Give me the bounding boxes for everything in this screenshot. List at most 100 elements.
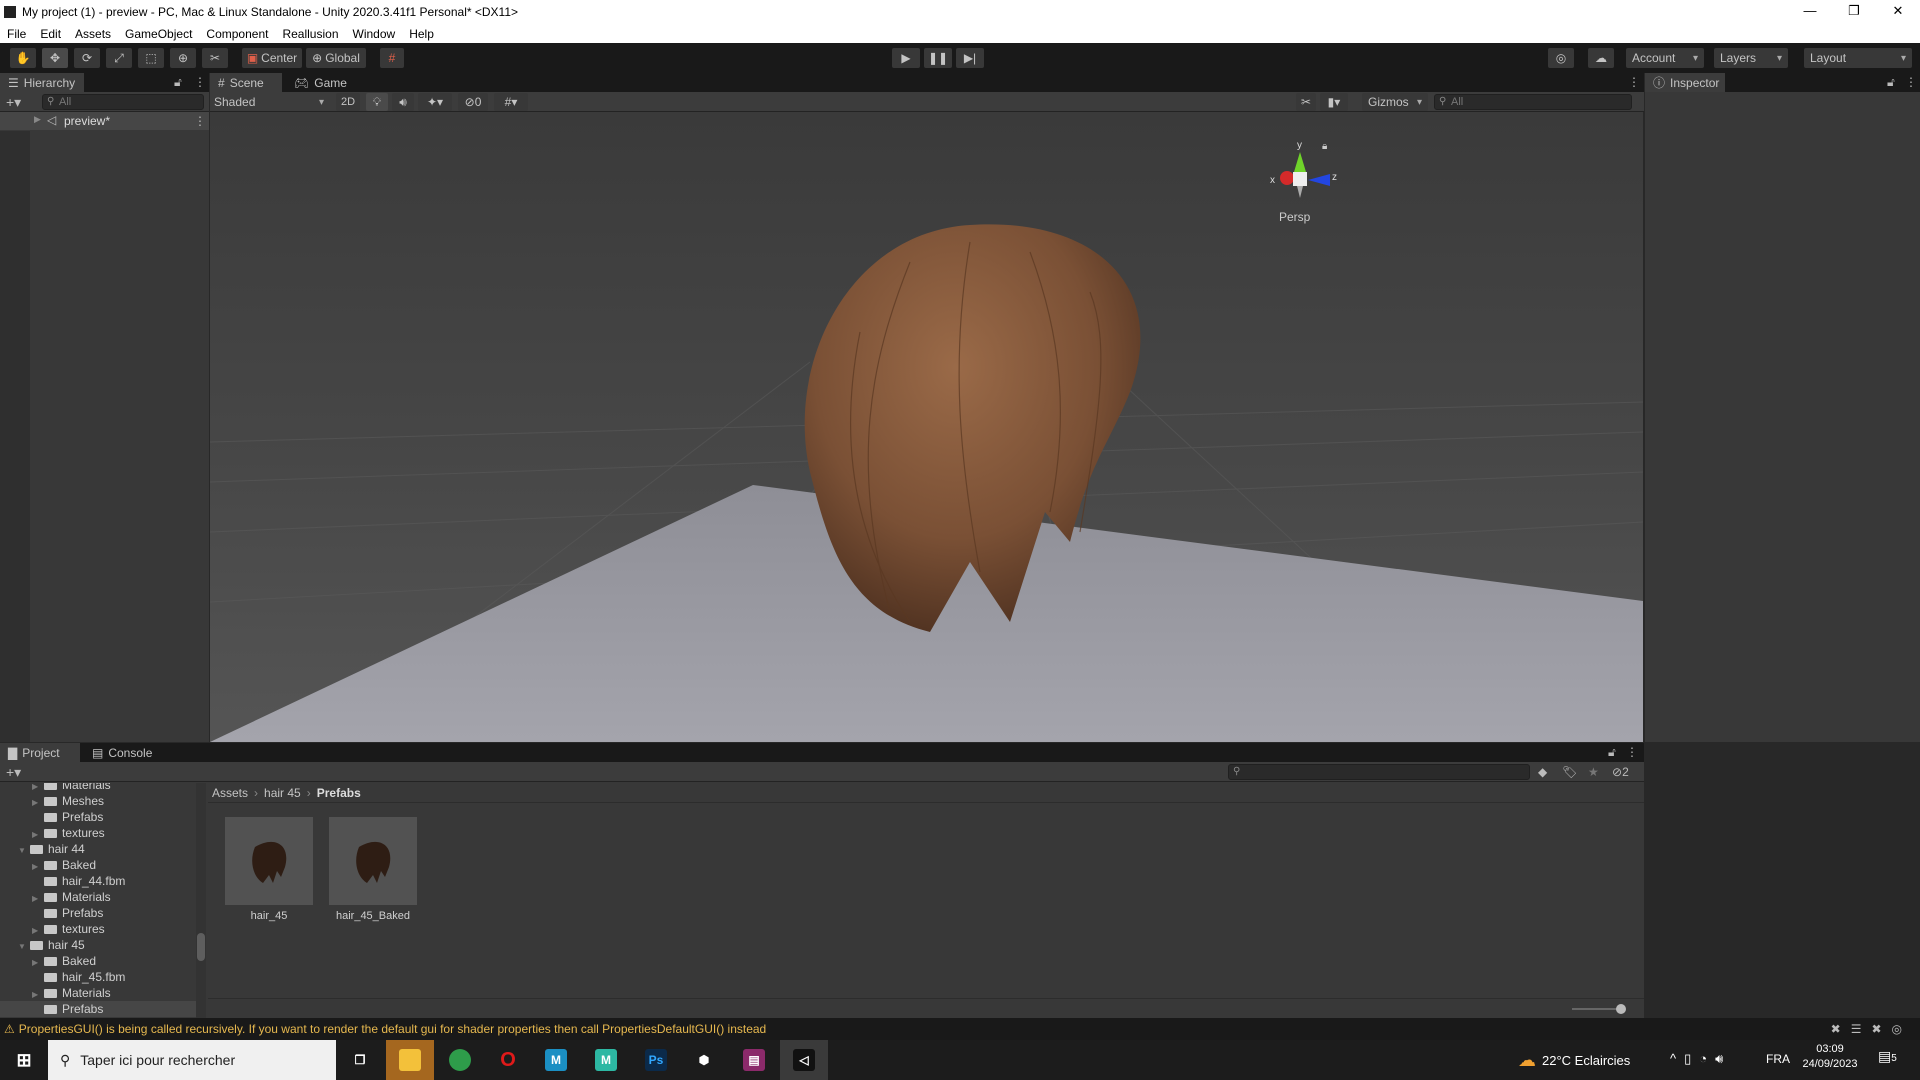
- maximize-button[interactable]: ❐: [1832, 0, 1876, 22]
- project-tree-item[interactable]: hair_45.fbm: [0, 969, 196, 985]
- create-add-icon[interactable]: +▾: [6, 764, 21, 781]
- kebab-menu-icon[interactable]: ⋮: [1628, 75, 1640, 89]
- item-menu-icon[interactable]: ⋮: [194, 114, 206, 128]
- project-tree-item[interactable]: ▶ textures: [0, 921, 196, 937]
- scene-viewport[interactable]: y x z 🔒︎ Persp: [210, 112, 1643, 742]
- status-bar[interactable]: ⚠ PropertiesGUI() is being called recurs…: [0, 1018, 1920, 1040]
- add-icon[interactable]: +▾: [6, 94, 21, 111]
- breadcrumb-hair45[interactable]: hair 45: [264, 786, 301, 800]
- weather-widget[interactable]: ☁ 22°C Eclaircies: [1518, 1040, 1630, 1080]
- custom-tool-icon[interactable]: ✂: [202, 48, 228, 68]
- minimize-button[interactable]: —: [1788, 0, 1832, 22]
- project-tree-item[interactable]: ▶ Materials: [0, 783, 196, 793]
- tab-hierarchy[interactable]: ☰ Hierarchy: [0, 73, 84, 92]
- winrar-icon[interactable]: ▤: [730, 1040, 778, 1080]
- expand-arrow-icon[interactable]: ▶: [34, 114, 41, 125]
- toggle-2d-button[interactable]: 2D: [336, 93, 360, 111]
- notifications-button[interactable]: ▤5: [1878, 1048, 1897, 1065]
- hidden-packages-button[interactable]: ⊘2: [1612, 765, 1629, 779]
- effects-dropdown-icon[interactable]: ✦▾: [418, 93, 452, 111]
- project-tree-item[interactable]: ▶ Baked: [0, 953, 196, 969]
- file-explorer-icon[interactable]: [386, 1040, 434, 1080]
- menu-help[interactable]: Help: [402, 27, 441, 41]
- grid-snap-dropdown-icon[interactable]: #▾: [494, 93, 528, 111]
- task-view-icon[interactable]: ❐: [336, 1040, 384, 1080]
- project-tree-item[interactable]: Prefabs: [0, 905, 196, 921]
- scale-tool-icon[interactable]: ⤢: [106, 48, 132, 68]
- gizmos-dropdown[interactable]: Gizmos: [1362, 93, 1428, 111]
- shading-mode-dropdown[interactable]: Shaded: [212, 93, 330, 111]
- hierarchy-item-preview[interactable]: ▶ ◁ preview* ⋮: [0, 112, 209, 130]
- project-tree-item[interactable]: hair_44.fbm: [0, 873, 196, 889]
- tab-game[interactable]: 🎮︎ Game: [286, 73, 355, 92]
- transform-tool-icon[interactable]: ⊕: [170, 48, 196, 68]
- play-button[interactable]: ▶: [892, 48, 920, 68]
- unity-editor-icon[interactable]: ◁: [780, 1040, 828, 1080]
- icon-size-slider[interactable]: [1572, 1008, 1622, 1010]
- collab-icon[interactable]: ◎: [1548, 48, 1574, 68]
- pivot-global-button[interactable]: ⊕ Global: [306, 48, 366, 68]
- lighting-toggle-icon[interactable]: 💡︎: [366, 93, 388, 111]
- menu-component[interactable]: Component: [199, 27, 275, 41]
- step-button[interactable]: ▶|: [956, 48, 984, 68]
- status-icons[interactable]: ✖☰✖◎: [1831, 1022, 1912, 1036]
- filter-by-label-icon[interactable]: 🏷︎: [1562, 765, 1577, 779]
- project-tree-item[interactable]: ▶ Materials: [0, 985, 196, 1001]
- maya-lt-icon[interactable]: M: [582, 1040, 630, 1080]
- tools-icon[interactable]: ✂: [1296, 93, 1316, 111]
- pivot-center-button[interactable]: ▣ Center: [242, 48, 302, 68]
- tab-inspector[interactable]: ⓘ Inspector: [1645, 73, 1725, 92]
- close-button[interactable]: ✕: [1876, 0, 1920, 22]
- tree-scrollbar[interactable]: [196, 783, 206, 1018]
- rect-tool-icon[interactable]: ⬚: [138, 48, 164, 68]
- filter-by-type-icon[interactable]: ◆: [1538, 765, 1547, 779]
- project-tree-item[interactable]: ▼ hair 45: [0, 937, 196, 953]
- opera-icon[interactable]: O: [484, 1040, 532, 1080]
- icon-size-slider-handle[interactable]: [1616, 1004, 1626, 1014]
- menu-assets[interactable]: Assets: [68, 27, 118, 41]
- layers-dropdown[interactable]: Layers: [1714, 48, 1788, 68]
- hidden-objects-button[interactable]: ⊘ 0: [458, 93, 488, 111]
- project-tree-item[interactable]: Prefabs: [0, 809, 196, 825]
- asset-tile-hair-45-baked[interactable]: [329, 817, 417, 905]
- project-search-input[interactable]: [1228, 764, 1530, 780]
- kebab-menu-icon[interactable]: ⋮: [194, 75, 206, 89]
- unity-hub-icon[interactable]: ⬢: [680, 1040, 728, 1080]
- start-button[interactable]: ⊞: [0, 1040, 48, 1080]
- gizmo-lock-icon[interactable]: 🔒︎: [1322, 141, 1327, 152]
- photoshop-icon[interactable]: Ps: [632, 1040, 680, 1080]
- audio-toggle-icon[interactable]: 🔊︎: [392, 93, 414, 111]
- account-dropdown[interactable]: Account: [1626, 48, 1704, 68]
- project-tree-item[interactable]: ▶ Baked: [0, 857, 196, 873]
- project-tree-item[interactable]: ▶ Meshes: [0, 793, 196, 809]
- status-message[interactable]: PropertiesGUI() is being called recursiv…: [19, 1022, 766, 1036]
- hierarchy-search-input[interactable]: All: [42, 94, 204, 110]
- favorites-star-icon[interactable]: ★: [1588, 765, 1599, 779]
- maya-icon[interactable]: M: [532, 1040, 580, 1080]
- breadcrumb-prefabs[interactable]: Prefabs: [317, 786, 361, 800]
- project-tree-item[interactable]: ▶ textures: [0, 825, 196, 841]
- lock-icon[interactable]: 🔓︎: [174, 75, 182, 90]
- cloud-icon[interactable]: ☁: [1588, 48, 1614, 68]
- system-tray-icons[interactable]: ^▯◔🔊︎: [1670, 1051, 1731, 1067]
- breadcrumb-assets[interactable]: Assets: [212, 786, 248, 800]
- rotate-tool-icon[interactable]: ⟳: [74, 48, 100, 68]
- menu-file[interactable]: File: [0, 27, 33, 41]
- menu-reallusion[interactable]: Reallusion: [275, 27, 345, 41]
- project-tree-item[interactable]: ▶ Materials: [0, 889, 196, 905]
- kebab-menu-icon[interactable]: ⋮: [1626, 745, 1638, 759]
- chrome-icon[interactable]: [436, 1040, 484, 1080]
- lock-icon[interactable]: 🔓︎: [1887, 75, 1895, 90]
- layout-dropdown[interactable]: Layout: [1804, 48, 1912, 68]
- asset-tile-hair-45[interactable]: [225, 817, 313, 905]
- tab-scene[interactable]: # Scene: [210, 73, 282, 92]
- snap-grid-icon[interactable]: #: [380, 48, 404, 68]
- perspective-label[interactable]: Persp: [1279, 210, 1311, 224]
- project-tree-item[interactable]: ▼ hair 44: [0, 841, 196, 857]
- tab-project[interactable]: ▇ Project: [0, 743, 80, 762]
- move-tool-icon[interactable]: ✥: [42, 48, 68, 68]
- language-indicator[interactable]: FRA: [1766, 1052, 1790, 1066]
- lock-icon[interactable]: 🔓︎: [1608, 745, 1616, 760]
- clock[interactable]: 03:09 24/09/2023: [1800, 1043, 1860, 1070]
- pause-button[interactable]: ❚❚: [924, 48, 952, 68]
